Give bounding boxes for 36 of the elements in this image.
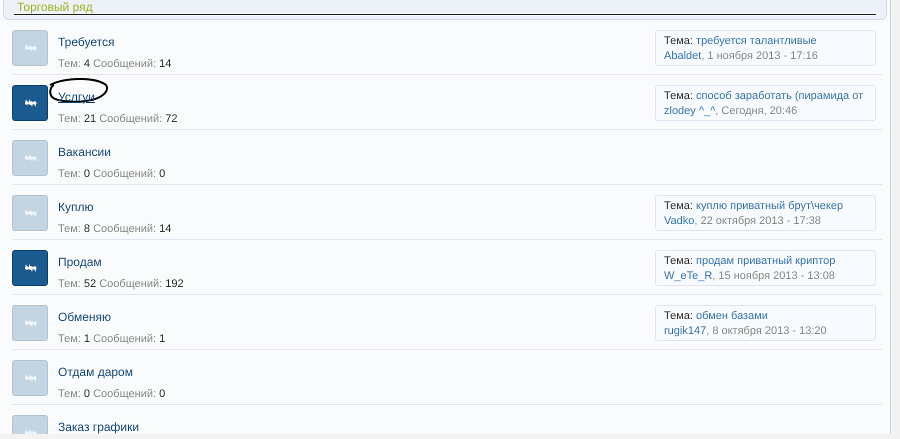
topic-label: Тема: bbox=[664, 310, 693, 322]
topic-label: Тема: bbox=[664, 200, 693, 212]
forum-link[interactable]: Требуется bbox=[58, 35, 114, 49]
forum-link[interactable]: Продам bbox=[58, 255, 102, 269]
topic-link[interactable]: обмен базами bbox=[696, 310, 768, 322]
forum-link[interactable]: Вакансии bbox=[58, 145, 111, 159]
post-date: , 22 октября 2013 - 17:38 bbox=[694, 215, 821, 227]
post-date: , 8 октября 2013 - 13:20 bbox=[706, 325, 827, 337]
forum-link[interactable]: Заказ графики bbox=[58, 420, 140, 434]
forum-link[interactable]: Отдам даром bbox=[58, 365, 133, 379]
topic-link[interactable]: продам приватный криптор bbox=[696, 255, 836, 267]
topic-link[interactable]: способ заработать (пирамида от bbox=[696, 90, 864, 102]
author-link[interactable]: Vadko bbox=[664, 215, 694, 227]
forum-stats: Тем: 8 Сообщений: 14 bbox=[58, 222, 172, 237]
post-date: , 1 ноября 2013 - 17:16 bbox=[701, 50, 818, 62]
forum-link[interactable]: Обменяю bbox=[58, 310, 111, 324]
forum-stats: Тем: 0 Сообщений: 0 bbox=[58, 167, 166, 182]
forum-stats: Тем: 4 Сообщений: 14 bbox=[58, 57, 172, 72]
post-date: , 15 ноября 2013 - 13:08 bbox=[712, 270, 835, 282]
forum-stats: Тем: 52 Сообщений: 192 bbox=[58, 277, 184, 292]
author-link[interactable]: Abaldet bbox=[664, 50, 702, 62]
topic-link[interactable]: требуется талантливые bbox=[696, 35, 817, 47]
author-link[interactable]: zlodey ^_^ bbox=[664, 105, 716, 117]
section-title: Торговый ряд bbox=[17, 0, 93, 14]
post-date: , Сегодня, 20:46 bbox=[715, 105, 798, 117]
forum-stats: Тем: 0 Сообщений: 0 bbox=[58, 387, 166, 402]
topic-label: Тема: bbox=[664, 255, 693, 267]
forum-stats: Тем: 1 Сообщений: 1 bbox=[58, 332, 166, 347]
forum-link[interactable]: Услгуи bbox=[58, 90, 95, 104]
forum-link[interactable]: Куплю bbox=[58, 200, 94, 214]
author-link[interactable]: rugik147 bbox=[664, 325, 706, 337]
topic-label: Тема: bbox=[664, 90, 693, 102]
topic-link[interactable]: куплю приватный брут\чекер bbox=[696, 200, 844, 212]
topic-label: Тема: bbox=[664, 35, 693, 47]
author-link[interactable]: W_eTe_R bbox=[664, 270, 712, 282]
forum-stats: Тем: 21 Сообщений: 72 bbox=[58, 112, 178, 127]
